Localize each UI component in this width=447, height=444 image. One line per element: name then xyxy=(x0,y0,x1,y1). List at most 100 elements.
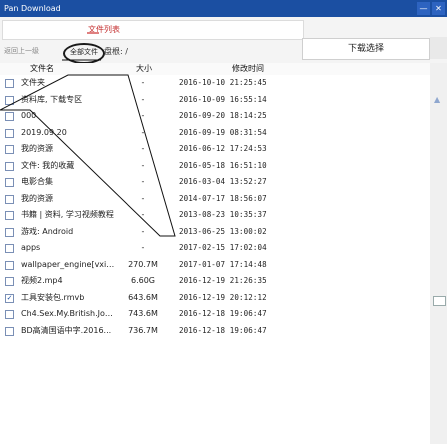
download-selected-button[interactable]: 下载选择 xyxy=(302,38,430,60)
file-size: - xyxy=(141,226,145,236)
file-size: - xyxy=(141,193,145,203)
file-size: 743.6M xyxy=(128,309,158,318)
row-checkbox[interactable] xyxy=(5,145,14,154)
row-checkbox[interactable] xyxy=(5,95,14,105)
file-size: 270.7M xyxy=(128,259,158,269)
table-row[interactable]: Ch4.Sex.My.British.Job... 743.6M 2016-12-1… xyxy=(0,306,430,323)
row-checkbox[interactable] xyxy=(5,244,14,253)
row-checkbox[interactable] xyxy=(5,194,14,204)
table-row[interactable]: 视频2.mp4 6.60G 2016-12-19 21:26:35 xyxy=(0,273,430,290)
file-size: - xyxy=(141,144,145,153)
file-size: 6.60G xyxy=(130,276,155,285)
file-date: 2016-10-10 21:25:45 xyxy=(179,78,267,87)
table-row[interactable]: 000 - 2016-09-20 18:14:25 xyxy=(0,108,430,125)
file-name: 我的资源 xyxy=(21,144,53,153)
back-button[interactable]: 返回上一级 xyxy=(4,46,56,56)
column-header-name[interactable]: 文件名 xyxy=(30,63,54,75)
file-name: 资料库, 下载专区 xyxy=(21,94,83,104)
file-name: 我的资源 xyxy=(21,193,53,203)
file-date: 2017-02-15 17:02:04 xyxy=(179,243,267,252)
toolbar-spacer xyxy=(430,37,447,59)
file-size: - xyxy=(141,127,145,137)
file-size: - xyxy=(141,243,145,252)
row-checkbox[interactable] xyxy=(5,310,14,319)
path-row: 返回上一级 全部文件 盘根: / xyxy=(0,40,300,64)
title-bar: Pan Download — ✕ xyxy=(0,0,447,17)
file-date: 2016-10-09 16:55:14 xyxy=(179,94,267,104)
file-date: 2016-05-18 16:51:10 xyxy=(179,160,267,170)
file-size: - xyxy=(141,94,145,104)
vertical-scrollbar[interactable]: ▲ xyxy=(430,63,447,444)
row-checkbox[interactable] xyxy=(5,277,14,286)
close-button[interactable]: ✕ xyxy=(432,2,445,15)
file-date: 2013-08-23 10:35:37 xyxy=(179,210,267,219)
row-checkbox[interactable] xyxy=(5,79,14,88)
row-checkbox[interactable] xyxy=(5,128,14,138)
table-row[interactable]: 文件: 我的收藏 - 2016-05-18 16:51:10 xyxy=(0,158,430,175)
file-name: 2019.09.20 xyxy=(21,127,67,137)
tab-underline xyxy=(87,32,99,34)
row-checkbox[interactable] xyxy=(5,211,14,220)
path-bubble-all-files[interactable]: 全部文件 xyxy=(63,43,105,64)
file-list: 文件夹 - 2016-10-10 21:25:45 资料库, 下载专区 - 2016-10… xyxy=(0,75,430,339)
file-size: - xyxy=(141,177,145,186)
row-checkbox[interactable]: ✓ xyxy=(5,293,14,303)
row-checkbox[interactable] xyxy=(5,260,14,270)
file-name: 000 xyxy=(21,111,37,120)
file-size: - xyxy=(141,160,145,170)
file-name: 书籍 | 资料, 学习视频教程 xyxy=(21,210,114,219)
file-date: 2016-12-19 21:26:35 xyxy=(179,276,267,285)
scroll-thumb[interactable] xyxy=(433,296,446,306)
table-row[interactable]: wallpaper_engine[vxia.n... 270.7M 2017-01-… xyxy=(0,257,430,274)
table-row[interactable]: ✓ 工具安装包.rmvb 643.6M 2016-12-19 20:12:12 xyxy=(0,290,430,307)
row-checkbox[interactable] xyxy=(5,112,14,121)
file-name: wallpaper_engine[vxia.n... xyxy=(21,259,116,269)
scroll-up-arrow[interactable]: ▲ xyxy=(434,95,440,104)
file-date: 2016-12-19 20:12:12 xyxy=(179,292,267,302)
file-size: 643.6M xyxy=(128,292,158,302)
table-row[interactable]: apps - 2017-02-15 17:02:04 xyxy=(0,240,430,257)
file-date: 2016-12-18 19:06:47 xyxy=(179,325,267,335)
table-row[interactable]: 我的资源 - 2014-07-17 18:56:07 xyxy=(0,191,430,208)
file-name: 工具安装包.rmvb xyxy=(21,292,85,302)
file-date: 2016-09-20 18:14:25 xyxy=(179,111,267,120)
file-date: 2016-06-12 17:24:53 xyxy=(179,144,267,153)
row-checkbox[interactable] xyxy=(5,161,14,171)
row-checkbox[interactable] xyxy=(5,178,14,187)
window-controls: — ✕ xyxy=(417,2,445,15)
row-checkbox[interactable] xyxy=(5,326,14,336)
file-date: 2014-07-17 18:56:07 xyxy=(179,193,267,203)
file-size: 736.7M xyxy=(128,325,158,335)
table-row[interactable]: 游戏: Android - 2013-06-25 13:00:02 xyxy=(0,224,430,241)
table-row[interactable]: 2019.09.20 - 2016-09-19 08:31:54 xyxy=(0,125,430,142)
file-size: - xyxy=(141,111,145,120)
file-date: 2017-01-07 17:14:48 xyxy=(179,259,267,269)
file-date: 2016-12-18 19:06:47 xyxy=(179,309,267,318)
path-text: 盘根: / xyxy=(104,47,128,56)
table-row[interactable]: 电影合集 - 2016-03-04 13:52:27 xyxy=(0,174,430,191)
file-name: 视频2.mp4 xyxy=(21,276,63,285)
tab-file-list[interactable]: 文件列表 xyxy=(2,20,304,40)
table-row[interactable]: 我的资源 - 2016-06-12 17:24:53 xyxy=(0,141,430,158)
column-header-date[interactable]: 修改时间 xyxy=(232,63,264,75)
file-date: 2013-06-25 13:00:02 xyxy=(179,226,267,236)
file-name: apps xyxy=(21,243,41,252)
table-row[interactable]: 书籍 | 资料, 学习视频教程 - 2013-08-23 10:35:37 xyxy=(0,207,430,224)
file-size: - xyxy=(141,78,145,87)
file-date: 2016-09-19 08:31:54 xyxy=(179,127,267,137)
file-size: - xyxy=(141,210,145,219)
table-row[interactable]: BD高清国语中字.2016... 736.7M 2016-12-18 19:06:4… xyxy=(0,323,430,340)
app-title: Pan Download xyxy=(4,4,61,13)
file-name: 文件: 我的收藏 xyxy=(21,160,75,170)
table-row[interactable]: 资料库, 下载专区 - 2016-10-09 16:55:14 xyxy=(0,92,430,109)
table-header: 文件名 大小 修改时间 xyxy=(0,63,447,75)
file-name: Ch4.Sex.My.British.Job... xyxy=(21,309,116,318)
file-name: 电影合集 xyxy=(21,177,53,186)
file-name: 文件夹 xyxy=(21,78,45,87)
minimize-button[interactable]: — xyxy=(417,2,430,15)
row-checkbox[interactable] xyxy=(5,227,14,237)
file-name: BD高清国语中字.2016... xyxy=(21,325,112,335)
column-header-size[interactable]: 大小 xyxy=(136,63,152,75)
table-row[interactable]: 文件夹 - 2016-10-10 21:25:45 xyxy=(0,75,430,92)
file-date: 2016-03-04 13:52:27 xyxy=(179,177,267,186)
